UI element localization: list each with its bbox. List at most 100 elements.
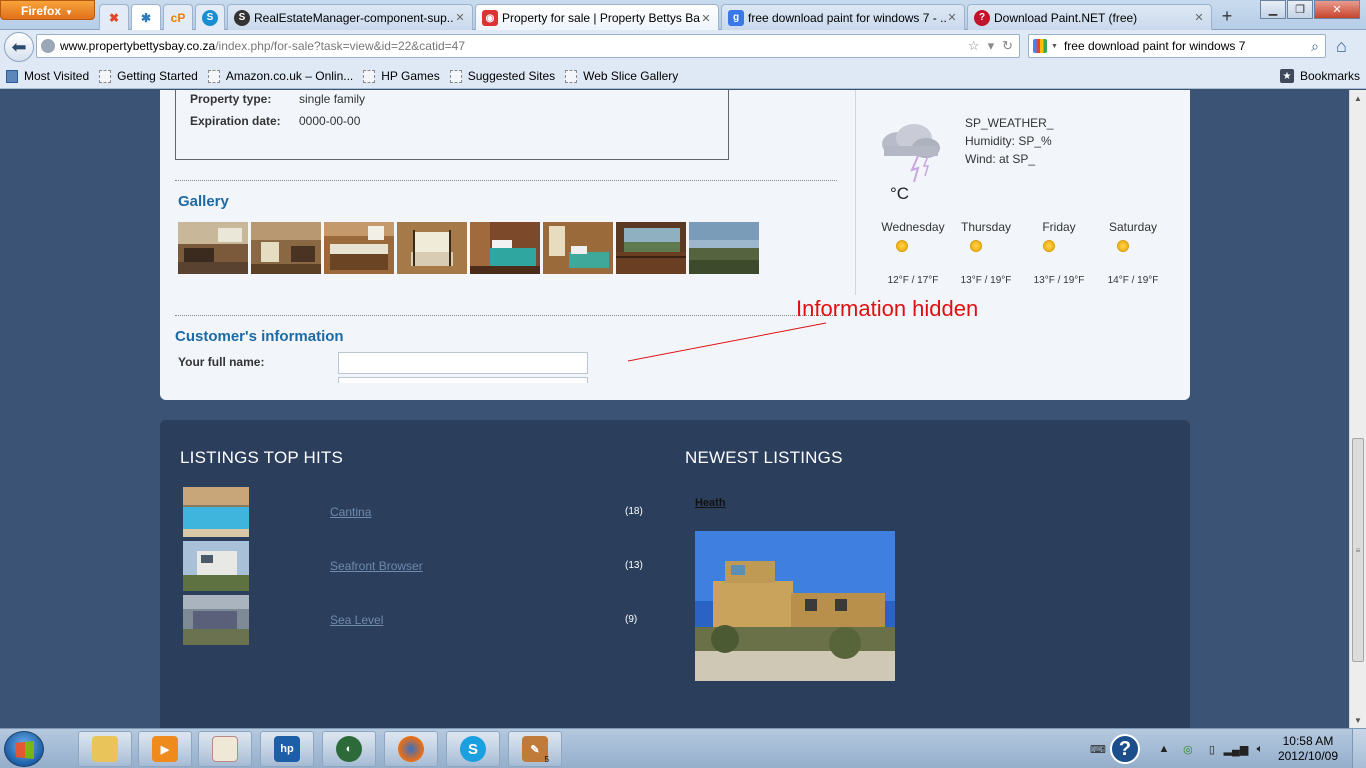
bookmarks-menu-button[interactable]: ★ Bookmarks	[1279, 69, 1360, 83]
arrow-left-icon: ⬅	[11, 36, 27, 57]
top-hit-link[interactable]: Cantina	[330, 505, 371, 519]
windows-logo-icon	[16, 741, 34, 759]
skype-icon: S	[460, 736, 486, 762]
download-icon: ?	[974, 9, 990, 26]
app-tab-joomla[interactable]: ✖	[99, 4, 129, 30]
joomla-icon: ✖	[108, 10, 120, 25]
scrollbar-thumb[interactable]: ≡	[1352, 438, 1364, 662]
newest-listing-image[interactable]	[695, 531, 895, 681]
top-hit-link[interactable]: Seafront Browser	[330, 559, 423, 573]
scroll-down-arrow[interactable]: ▼	[1350, 712, 1366, 728]
tab-google-search[interactable]: g free download paint for windows 7 - ..…	[721, 4, 965, 30]
home-icon: ⌂	[1336, 36, 1347, 56]
bookmark-label: Amazon.co.uk – Onlin...	[225, 69, 354, 83]
bookmark-suggested-sites[interactable]: Suggested Sites	[449, 69, 555, 83]
top-hit-link[interactable]: Sea Level	[330, 613, 383, 627]
minimize-button[interactable]: ▁	[1260, 0, 1286, 19]
taskbar-firefox[interactable]	[384, 731, 438, 767]
tab-download-paintnet[interactable]: ? Download Paint.NET (free) ✕	[967, 4, 1212, 30]
volume-icon[interactable]: 🔈︎	[1252, 741, 1268, 757]
app-tab-cpanel[interactable]: cP	[163, 4, 193, 30]
taskbar-media-center[interactable]: ◐	[322, 731, 376, 767]
bookmarks-toolbar: Most Visited Getting Started Amazon.co.u…	[0, 64, 1366, 89]
media-center-icon: ◐	[336, 736, 362, 762]
address-bar[interactable]: www.propertybettysbay.co.za/index.php/fo…	[36, 34, 1020, 58]
bookmark-star-icon[interactable]: ☆	[968, 38, 980, 54]
url-text[interactable]: www.propertybettysbay.co.za/index.php/fo…	[60, 39, 968, 53]
bookmark-most-visited[interactable]: Most Visited	[6, 69, 89, 83]
bookmarks-star-icon: ★	[1279, 69, 1294, 83]
skype-icon: S	[202, 9, 218, 26]
page-icon	[363, 69, 376, 83]
google-search-engine-icon[interactable]	[1033, 39, 1047, 53]
taskbar-paint[interactable]	[198, 731, 252, 767]
chevron-down-icon[interactable]: ▼	[1051, 43, 1058, 50]
firefox-icon	[398, 736, 424, 762]
device-icon[interactable]: ▯	[1204, 741, 1220, 757]
bookmark-label: Web Slice Gallery	[583, 69, 679, 83]
search-input[interactable]: free download paint for windows 7	[1064, 39, 1311, 53]
close-window-button[interactable]: ✕	[1314, 0, 1360, 19]
help-icon[interactable]: ?	[1109, 734, 1140, 764]
firefox-menu-button[interactable]: Firefox ▼	[0, 0, 95, 20]
page-icon	[565, 69, 578, 83]
show-hidden-icons-arrow[interactable]: ▲	[1156, 741, 1172, 757]
taskbar-hp[interactable]: hp	[260, 731, 314, 767]
keyboard-icon[interactable]: ⌨	[1090, 741, 1106, 757]
page-icon	[207, 69, 220, 83]
start-button[interactable]	[4, 731, 44, 767]
cpanel-icon: cP	[170, 10, 186, 25]
new-tab-button[interactable]: +	[1214, 4, 1240, 28]
listing-thumbnail[interactable]	[183, 595, 249, 645]
system-clock[interactable]: 10:58 AM 2012/10/09	[1272, 734, 1352, 764]
search-icon[interactable]: ⌕	[1311, 38, 1325, 55]
tab-title: free download paint for windows 7 - ...	[748, 10, 946, 25]
home-button[interactable]: ⌂	[1336, 36, 1347, 57]
bookmark-amazon[interactable]: Amazon.co.uk – Onlin...	[207, 69, 354, 83]
close-icon[interactable]: ✕	[946, 11, 958, 24]
bookmarks-menu-label: Bookmarks	[1299, 69, 1360, 83]
chevron-down-icon: ▼	[65, 8, 73, 17]
bookmark-getting-started[interactable]: Getting Started	[99, 69, 198, 83]
taskbar-explorer[interactable]	[78, 731, 132, 767]
close-icon[interactable]: ✕	[1193, 11, 1205, 24]
media-player-icon: ▶	[152, 736, 178, 762]
tab-title: RealEstateManager-component-sup...	[254, 10, 454, 25]
page-icon	[99, 69, 112, 83]
newest-listings-heading: NEWEST LISTINGS	[685, 448, 843, 467]
search-bar[interactable]: ▼ free download paint for windows 7 ⌕	[1028, 34, 1326, 58]
taskbar-media-player[interactable]: ▶	[138, 731, 192, 767]
scroll-up-arrow[interactable]: ▲	[1350, 90, 1366, 106]
tab-property-for-sale[interactable]: ◉ Property for sale | Property Bettys Ba…	[475, 4, 719, 31]
tab-title: Property for sale | Property Bettys Ba..…	[502, 11, 700, 25]
bookmark-web-slice-gallery[interactable]: Web Slice Gallery	[565, 69, 678, 83]
listing-thumbnail[interactable]	[183, 487, 249, 537]
windows-taskbar: ▶ hp ◐ S ✎ 5 ⌨ ? ▲ ◎ ▯ ▂▄▆ 🔈︎ 10:58 AM 20…	[0, 728, 1366, 768]
google-icon: g	[728, 9, 744, 26]
listings-panel: LISTINGS TOP HITS NEWEST LISTINGS Cantin…	[160, 420, 1190, 728]
url-domain: www.propertybettysbay.co.za	[60, 39, 216, 53]
app-tab-joomla-2[interactable]: ✱	[131, 4, 161, 30]
tab-realestatemanager[interactable]: S RealEstateManager-component-sup... ✕	[227, 4, 473, 30]
hp-icon: hp	[274, 736, 300, 762]
app-tab-skype[interactable]: S	[195, 4, 225, 30]
security-icon[interactable]: ◎	[1180, 741, 1196, 757]
reload-icon[interactable]: ↻	[1002, 38, 1013, 54]
newest-listing-link[interactable]: Heath	[695, 497, 726, 509]
history-dropdown-icon[interactable]: ▾	[988, 38, 995, 54]
taskbar-paint-net[interactable]: ✎ 5	[508, 731, 562, 767]
maximize-button[interactable]: ❐	[1287, 0, 1313, 19]
listing-thumbnail[interactable]	[183, 541, 249, 591]
bookmark-label: Most Visited	[24, 69, 90, 83]
bookmark-hp-games[interactable]: HP Games	[363, 69, 440, 83]
close-icon[interactable]: ✕	[700, 12, 712, 25]
wordpress-icon: S	[234, 9, 250, 26]
back-button[interactable]: ⬅	[4, 32, 34, 62]
top-hit-count: (9)	[625, 614, 638, 625]
network-signal-icon[interactable]: ▂▄▆	[1224, 741, 1249, 757]
close-icon[interactable]: ✕	[454, 11, 466, 24]
vertical-scrollbar[interactable]: ▲ ≡ ▼	[1349, 90, 1366, 728]
bookmark-label: HP Games	[381, 69, 440, 83]
taskbar-skype[interactable]: S	[446, 731, 500, 767]
show-desktop-button[interactable]	[1352, 729, 1366, 768]
